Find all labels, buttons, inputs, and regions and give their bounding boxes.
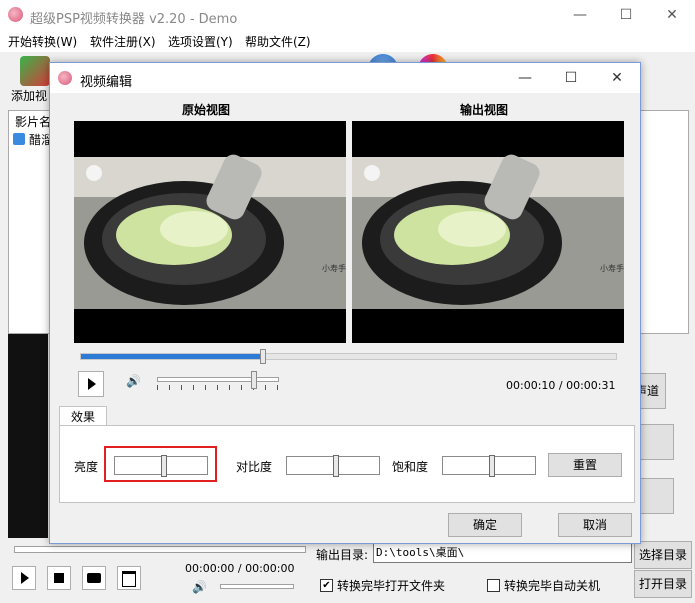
- select-dir-button[interactable]: 选择目录: [634, 541, 692, 569]
- output-dir-label: 输出目录:: [316, 548, 369, 562]
- volume-thumb[interactable]: [250, 371, 257, 389]
- side-button-2[interactable]: [640, 424, 674, 460]
- dialog-close-icon[interactable]: ✕: [594, 63, 640, 93]
- dialog-volume-slider[interactable]: [157, 377, 279, 382]
- camera-icon: [87, 573, 101, 583]
- add-video-icon[interactable]: [20, 56, 50, 86]
- window-icon: [122, 571, 136, 587]
- close-icon[interactable]: ✕: [649, 0, 695, 30]
- output-view-label: 输出视图: [459, 103, 508, 117]
- original-video-frame: 小寿手造: [74, 154, 346, 309]
- menu-bar: 开始转换(W) 软件注册(X) 选项设置(Y) 帮助文件(Z): [0, 30, 695, 52]
- dialog-time-display: 00:00:10 / 00:00:31: [506, 379, 616, 392]
- main-preview: [8, 334, 48, 538]
- main-seek-bar[interactable]: [14, 546, 306, 553]
- video-file-icon: [13, 133, 25, 145]
- contrast-slider[interactable]: [286, 455, 380, 477]
- maximize-icon[interactable]: ☐: [603, 0, 649, 30]
- open-dir-button[interactable]: 打开目录: [634, 570, 692, 598]
- dialog-play-button[interactable]: [78, 371, 104, 397]
- video-edit-dialog: 视频编辑 — ☐ ✕ 原始视图 输出视图 小寿手造: [49, 62, 641, 544]
- add-video-label[interactable]: 添加视: [11, 87, 47, 104]
- dialog-volume-icon[interactable]: 🔊: [126, 374, 141, 388]
- main-title-bar: 超级PSP视频转换器 v2.20 - Demo — ☐ ✕: [0, 0, 695, 30]
- stop-icon: [54, 573, 64, 583]
- dialog-maximize-icon[interactable]: ☐: [548, 63, 594, 93]
- menu-help[interactable]: 帮助文件(Z): [245, 33, 311, 50]
- file-list-header: 影片名: [15, 115, 52, 129]
- main-time-display: 00:00:00 / 00:00:00: [185, 562, 295, 575]
- volume-icon[interactable]: 🔊: [192, 580, 207, 594]
- dialog-play-icon: [88, 378, 96, 390]
- side-button-3[interactable]: [640, 478, 674, 514]
- seek-thumb[interactable]: [259, 349, 266, 364]
- watermark-text: 小寿手造: [322, 263, 346, 273]
- dialog-title: 视频编辑: [80, 75, 133, 90]
- open-folder-checkbox[interactable]: ✔: [320, 579, 333, 592]
- dialog-seek-bar[interactable]: [80, 353, 617, 360]
- bottom-controls: 00:00:00 / 00:00:00 🔊 输出目录: D:\tools\桌面\…: [0, 538, 695, 603]
- minimize-icon[interactable]: —: [557, 0, 603, 30]
- main-window-title: 超级PSP视频转换器 v2.20 - Demo: [30, 12, 238, 27]
- saturation-thumb[interactable]: [489, 455, 495, 477]
- snapshot-button[interactable]: [82, 566, 106, 590]
- contrast-thumb[interactable]: [333, 455, 339, 477]
- effects-tab[interactable]: 效果: [59, 406, 107, 427]
- original-view-label: 原始视图: [181, 103, 230, 117]
- output-video-view: 小寿手造: [352, 121, 624, 343]
- ok-button[interactable]: 确定: [448, 513, 522, 537]
- open-folder-label: 转换完毕打开文件夹: [337, 579, 446, 593]
- saturation-slider[interactable]: [442, 455, 536, 477]
- stop-button[interactable]: [47, 566, 71, 590]
- cancel-button[interactable]: 取消: [558, 513, 632, 537]
- dialog-minimize-icon[interactable]: —: [502, 63, 548, 93]
- seek-progress-fill: [81, 354, 263, 359]
- reset-button[interactable]: 重置: [548, 453, 622, 477]
- watermark-text-output: 小寿手造: [600, 263, 624, 273]
- brightness-highlight-box: [104, 446, 217, 482]
- output-dir-input[interactable]: D:\tools\桌面\: [373, 543, 632, 563]
- output-video-frame: 小寿手造: [352, 154, 624, 309]
- saturation-label: 饱和度: [392, 460, 429, 474]
- dialog-app-icon: [58, 71, 72, 85]
- play-icon: [21, 572, 29, 584]
- volume-ticks: [157, 385, 278, 390]
- fullscreen-button[interactable]: [117, 566, 141, 590]
- original-video-view: 小寿手造: [74, 121, 346, 343]
- contrast-label: 对比度: [236, 460, 273, 474]
- main-volume-slider[interactable]: [220, 584, 294, 589]
- shutdown-checkbox[interactable]: [487, 579, 500, 592]
- dialog-title-bar: 视频编辑 — ☐ ✕: [50, 63, 640, 93]
- shutdown-label: 转换完毕自动关机: [504, 579, 601, 593]
- play-button[interactable]: [12, 566, 36, 590]
- effects-panel: 亮度 对比度 饱和度 重置: [59, 425, 635, 503]
- app-icon: [8, 7, 23, 22]
- menu-start-convert[interactable]: 开始转换(W): [8, 33, 77, 50]
- brightness-label: 亮度: [74, 460, 99, 474]
- menu-options[interactable]: 选项设置(Y): [168, 33, 233, 50]
- menu-register[interactable]: 软件注册(X): [90, 33, 156, 50]
